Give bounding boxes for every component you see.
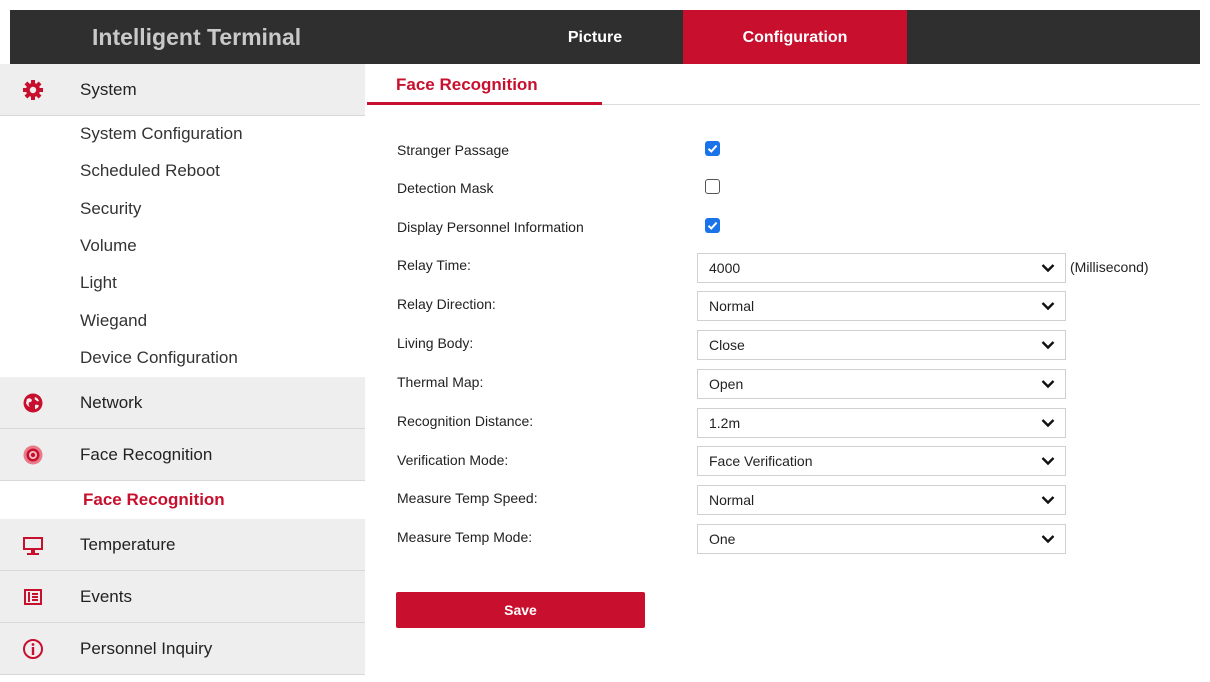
save-button[interactable]: Save — [396, 592, 645, 628]
stranger-passage-label: Stranger Passage — [397, 142, 510, 158]
tab-picture[interactable]: Picture — [483, 10, 707, 64]
relay-direction-select[interactable]: Normal — [697, 291, 1066, 321]
sidebar-label-personnel-inquiry: Personnel Inquiry — [80, 639, 213, 658]
chevron-down-icon — [1041, 380, 1055, 389]
chevron-down-icon — [1041, 341, 1055, 350]
list-icon — [22, 586, 44, 608]
living-body-value: Close — [709, 337, 745, 353]
sidebar-section-face-recognition[interactable]: Face Recognition — [0, 429, 365, 481]
active-tab-indicator — [367, 102, 602, 105]
sidebar-item-system-configuration[interactable]: System Configuration — [80, 119, 243, 149]
chevron-down-icon — [1041, 496, 1055, 505]
monitor-icon — [22, 534, 44, 556]
display-personnel-information-label: Display Personnel Information — [397, 219, 584, 235]
sidebar-label-face-recognition: Face Recognition — [80, 445, 213, 464]
chevron-down-icon — [1041, 302, 1055, 311]
verification-mode-label: Verification Mode: — [397, 452, 509, 468]
sidebar-label-network: Network — [80, 393, 143, 412]
sidebar-item-face-recognition[interactable]: Face Recognition — [83, 485, 225, 515]
target-icon — [22, 444, 44, 466]
display-personnel-information-checkbox[interactable] — [705, 218, 720, 233]
detection-mask-label: Detection Mask — [397, 180, 494, 196]
measure-temp-mode-select[interactable]: One — [697, 524, 1066, 554]
sidebar-item-device-configuration[interactable]: Device Configuration — [80, 343, 238, 373]
sidebar-section-personnel-inquiry[interactable]: Personnel Inquiry — [0, 623, 365, 675]
measure-temp-speed-value: Normal — [709, 492, 755, 508]
thermal-map-select[interactable]: Open — [697, 369, 1066, 399]
sidebar-item-security[interactable]: Security — [80, 194, 141, 224]
gear-icon — [22, 79, 44, 101]
relay-time-value: 4000 — [709, 260, 741, 276]
sidebar-section-events[interactable]: Events — [0, 571, 365, 623]
measure-temp-mode-label: Measure Temp Mode: — [397, 529, 533, 545]
sidebar-section-network[interactable]: Network — [0, 377, 365, 429]
chevron-down-icon — [1041, 264, 1055, 273]
chevron-down-icon — [1041, 457, 1055, 466]
sidebar-section-system[interactable]: System — [0, 64, 365, 116]
tab-configuration[interactable]: Configuration — [683, 10, 907, 64]
top-bar: Intelligent Terminal Picture Configurati… — [10, 10, 1200, 64]
sidebar: System System Configuration Scheduled Re… — [0, 64, 365, 682]
relay-time-label: Relay Time: — [397, 257, 471, 273]
verification-mode-select[interactable]: Face Verification — [697, 446, 1066, 476]
check-icon — [707, 144, 718, 153]
chevron-down-icon — [1041, 419, 1055, 428]
recognition-distance-select[interactable]: 1.2m — [697, 408, 1066, 438]
sidebar-label-system: System — [80, 80, 137, 99]
check-icon — [707, 221, 718, 230]
relay-direction-value: Normal — [709, 298, 755, 314]
globe-icon — [22, 392, 44, 414]
living-body-select[interactable]: Close — [697, 330, 1066, 360]
thermal-map-label: Thermal Map: — [397, 374, 484, 390]
relay-direction-label: Relay Direction: — [397, 296, 496, 312]
recognition-distance-value: 1.2m — [709, 415, 741, 431]
recognition-distance-label: Recognition Distance: — [397, 413, 534, 429]
info-icon — [22, 638, 44, 660]
measure-temp-speed-select[interactable]: Normal — [697, 485, 1066, 515]
sidebar-label-temperature: Temperature — [80, 535, 176, 554]
sidebar-item-volume[interactable]: Volume — [80, 231, 137, 261]
sidebar-section-temperature[interactable]: Temperature — [0, 519, 365, 571]
sidebar-item-light[interactable]: Light — [80, 268, 117, 298]
stranger-passage-checkbox[interactable] — [705, 141, 720, 156]
measure-temp-speed-label: Measure Temp Speed: — [397, 490, 538, 506]
living-body-label: Living Body: — [397, 335, 474, 351]
chevron-down-icon — [1041, 535, 1055, 544]
tab-face-recognition[interactable]: Face Recognition — [396, 64, 538, 104]
verification-mode-value: Face Verification — [709, 453, 813, 469]
thermal-map-value: Open — [709, 376, 744, 392]
sidebar-item-wiegand[interactable]: Wiegand — [80, 306, 147, 336]
relay-time-unit: (Millisecond) — [1070, 259, 1149, 275]
brand-title: Intelligent Terminal — [92, 24, 302, 50]
sidebar-label-events: Events — [80, 587, 132, 606]
relay-time-select[interactable]: 4000 — [697, 253, 1066, 283]
sidebar-item-scheduled-reboot[interactable]: Scheduled Reboot — [80, 156, 220, 186]
detection-mask-checkbox[interactable] — [705, 179, 720, 194]
measure-temp-mode-value: One — [709, 531, 736, 547]
